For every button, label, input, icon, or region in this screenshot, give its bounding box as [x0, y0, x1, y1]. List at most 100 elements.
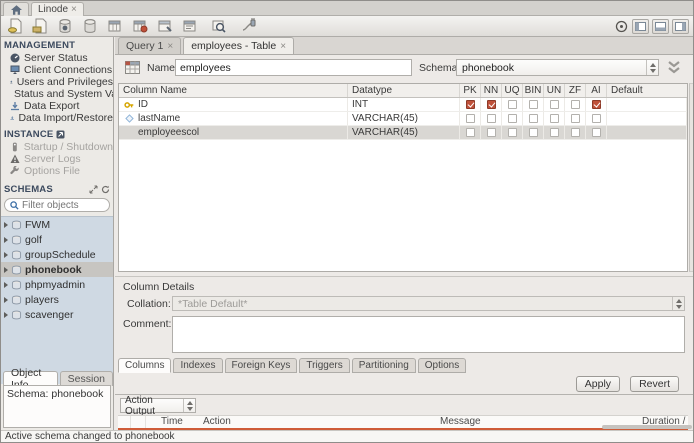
header-datatype[interactable]: Datatype [348, 84, 460, 97]
collapse-editor-button[interactable] [664, 61, 684, 75]
cell-ai[interactable] [586, 126, 607, 139]
header-ai[interactable]: AI [586, 84, 607, 97]
nn-checkbox[interactable] [486, 128, 496, 137]
pk-checkbox[interactable] [465, 100, 475, 109]
spin-down-icon[interactable] [675, 304, 682, 309]
expander-icon[interactable] [4, 281, 8, 288]
alter-schema-button[interactable] [81, 18, 99, 35]
cell-pk[interactable] [460, 98, 481, 111]
close-tab-icon[interactable]: × [167, 41, 173, 52]
cell-default[interactable] [607, 112, 687, 125]
cell-nn[interactable] [481, 112, 502, 125]
assistance-button[interactable] [613, 18, 629, 35]
cell-uq[interactable] [502, 126, 523, 139]
cell-bin[interactable] [523, 112, 544, 125]
pk-checkbox[interactable] [465, 128, 475, 137]
schema-row-golf[interactable]: golf [1, 232, 113, 247]
header-nn[interactable]: NN [481, 84, 502, 97]
cell-ai[interactable] [586, 98, 607, 111]
un-checkbox[interactable] [549, 128, 559, 137]
create-schema-button[interactable] [56, 18, 74, 35]
header-zf[interactable]: ZF [565, 84, 586, 97]
sidebar-item-startup-shutdown[interactable]: Startup / Shutdown [1, 141, 113, 153]
ai-checkbox[interactable] [591, 114, 601, 123]
connection-tab-linode[interactable]: Linode × [31, 2, 84, 16]
header-bin[interactable]: BIN [523, 84, 544, 97]
tab-foreign-keys[interactable]: Foreign Keys [224, 358, 298, 373]
cell-un[interactable] [544, 126, 565, 139]
cell-nn[interactable] [481, 98, 502, 111]
schema-row-phpmyadmin[interactable]: phpmyadmin [1, 277, 113, 292]
schema-select[interactable]: phonebook [456, 59, 659, 76]
cell-datatype[interactable]: INT [348, 98, 460, 111]
zf-checkbox[interactable] [570, 128, 580, 137]
uq-checkbox[interactable] [507, 114, 517, 123]
spin-up-icon[interactable] [186, 400, 193, 405]
un-checkbox[interactable] [549, 114, 559, 123]
header-pk[interactable]: PK [460, 84, 481, 97]
sidebar-item-users-privileges[interactable]: Users and Privileges [1, 76, 113, 88]
revert-button[interactable]: Revert [630, 376, 679, 392]
bin-checkbox[interactable] [528, 114, 538, 123]
cell-un[interactable] [544, 98, 565, 111]
expand-schemas-icon[interactable] [89, 185, 98, 194]
refresh-schemas-icon[interactable] [101, 185, 110, 194]
column-row-lastname[interactable]: lastName VARCHAR(45) [119, 112, 687, 126]
cell-default[interactable] [607, 98, 687, 111]
expander-icon[interactable] [4, 236, 8, 243]
table-name-input[interactable] [175, 59, 412, 76]
header-uq[interactable]: UQ [502, 84, 523, 97]
sidebar-item-data-import-restore[interactable]: Data Import/Restore [1, 112, 113, 124]
tab-indexes[interactable]: Indexes [173, 358, 223, 373]
un-checkbox[interactable] [549, 100, 559, 109]
collation-select[interactable]: *Table Default* [172, 296, 685, 311]
cell-ai[interactable] [586, 112, 607, 125]
cell-datatype[interactable]: VARCHAR(45) [348, 112, 460, 125]
tab-employees-table[interactable]: employees - Table × [183, 37, 295, 54]
schema-row-groupschedule[interactable]: groupSchedule [1, 247, 113, 262]
schema-row-players[interactable]: players [1, 292, 113, 307]
cell-un[interactable] [544, 112, 565, 125]
schema-row-phonebook[interactable]: phonebook [1, 262, 113, 277]
header-column-name[interactable]: Column Name [119, 84, 348, 97]
schema-filter-input[interactable] [22, 199, 102, 211]
cell-zf[interactable] [565, 98, 586, 111]
cell-bin[interactable] [523, 126, 544, 139]
tab-options[interactable]: Options [417, 358, 467, 373]
open-sql-script-button[interactable] [31, 18, 49, 35]
cell-uq[interactable] [502, 98, 523, 111]
tab-triggers[interactable]: Triggers [299, 358, 350, 373]
expander-icon[interactable] [4, 311, 8, 318]
output-horizontal-scrollbar[interactable] [602, 425, 692, 429]
expander-icon[interactable] [4, 251, 8, 258]
expander-icon[interactable] [4, 221, 8, 228]
cell-pk[interactable] [460, 126, 481, 139]
sidebar-item-status-system-variables[interactable]: Status and System Variables [1, 88, 113, 100]
ai-checkbox[interactable] [591, 100, 601, 109]
create-view-button[interactable] [156, 18, 174, 35]
column-row-employeescol[interactable]: employeescol VARCHAR(45) [119, 126, 687, 140]
new-sql-tab-button[interactable] [6, 18, 24, 35]
spinner-icon[interactable] [183, 399, 195, 412]
zf-checkbox[interactable] [570, 114, 580, 123]
home-tab[interactable] [3, 2, 29, 16]
grid-vertical-scrollbar[interactable] [689, 83, 693, 272]
cell-zf[interactable] [565, 112, 586, 125]
expander-icon[interactable] [4, 266, 8, 273]
spin-down-icon[interactable] [186, 406, 193, 411]
expander-icon[interactable] [4, 296, 8, 303]
sidebar-item-server-logs[interactable]: Server Logs [1, 153, 113, 165]
sidebar-item-options-file[interactable]: Options File [1, 165, 113, 177]
pk-checkbox[interactable] [465, 114, 475, 123]
cell-nn[interactable] [481, 126, 502, 139]
cell-datatype[interactable]: VARCHAR(45) [348, 126, 460, 139]
spinner-icon[interactable] [672, 297, 684, 310]
create-routine-button[interactable] [181, 18, 199, 35]
toggle-bottom-panel-button[interactable] [652, 19, 669, 34]
comment-textarea[interactable] [172, 316, 685, 353]
uq-checkbox[interactable] [507, 128, 517, 137]
nn-checkbox[interactable] [486, 114, 496, 123]
spin-down-icon[interactable] [649, 68, 656, 73]
apply-button[interactable]: Apply [575, 376, 621, 392]
sidebar-item-data-export[interactable]: Data Export [1, 100, 113, 112]
